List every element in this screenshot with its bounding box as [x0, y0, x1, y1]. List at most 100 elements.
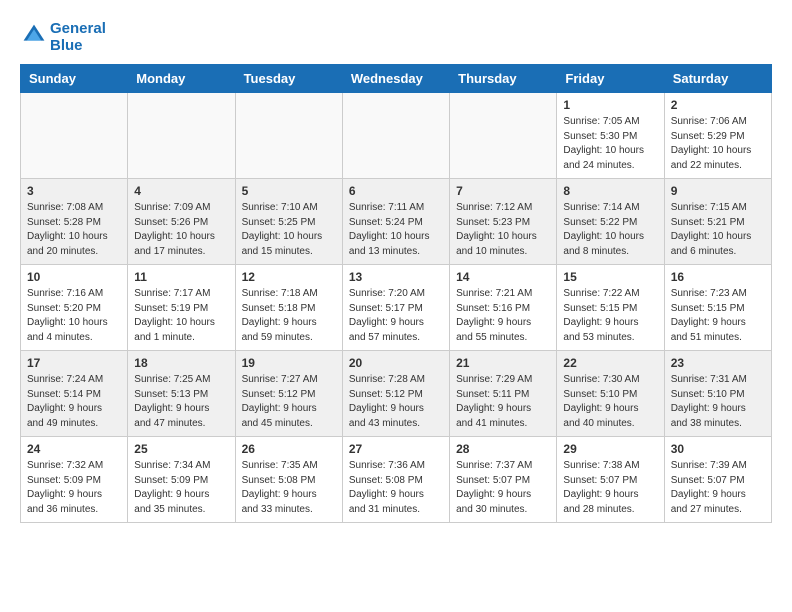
day-number: 5 [242, 184, 336, 198]
calendar-day-cell: 23 Sunrise: 7:31 AM Sunset: 5:10 PM Dayli… [664, 351, 771, 437]
day-number: 13 [349, 270, 443, 284]
weekday-header-sunday: Sunday [21, 65, 128, 93]
day-info: Sunrise: 7:12 AM Sunset: 5:23 PM Dayligh… [456, 201, 550, 259]
day-number: 27 [349, 442, 443, 456]
calendar-day-cell: 22 Sunrise: 7:30 AM Sunset: 5:10 PM Dayli… [557, 351, 664, 437]
day-number: 25 [134, 442, 228, 456]
weekday-header-friday: Friday [557, 65, 664, 93]
calendar-day-cell: 24 Sunrise: 7:32 AM Sunset: 5:09 PM Dayli… [21, 437, 128, 523]
day-info: Sunrise: 7:28 AM Sunset: 5:12 PM Dayligh… [349, 373, 443, 431]
day-number: 12 [242, 270, 336, 284]
day-info: Sunrise: 7:18 AM Sunset: 5:18 PM Dayligh… [242, 287, 336, 345]
calendar-week-row: 10 Sunrise: 7:16 AM Sunset: 5:20 PM Dayli… [21, 265, 772, 351]
day-info: Sunrise: 7:22 AM Sunset: 5:15 PM Dayligh… [563, 287, 657, 345]
logo-general: General [50, 20, 106, 37]
day-info: Sunrise: 7:32 AM Sunset: 5:09 PM Dayligh… [27, 459, 121, 517]
day-info: Sunrise: 7:37 AM Sunset: 5:07 PM Dayligh… [456, 459, 550, 517]
day-number: 20 [349, 356, 443, 370]
day-number: 22 [563, 356, 657, 370]
day-info: Sunrise: 7:06 AM Sunset: 5:29 PM Dayligh… [671, 115, 765, 173]
calendar-day-cell [450, 93, 557, 179]
day-number: 11 [134, 270, 228, 284]
calendar-day-cell: 3 Sunrise: 7:08 AM Sunset: 5:28 PM Daylig… [21, 179, 128, 265]
calendar-day-cell: 7 Sunrise: 7:12 AM Sunset: 5:23 PM Daylig… [450, 179, 557, 265]
calendar-week-row: 24 Sunrise: 7:32 AM Sunset: 5:09 PM Dayli… [21, 437, 772, 523]
day-number: 19 [242, 356, 336, 370]
logo: General Blue [20, 20, 106, 54]
day-number: 2 [671, 98, 765, 112]
day-number: 30 [671, 442, 765, 456]
day-info: Sunrise: 7:27 AM Sunset: 5:12 PM Dayligh… [242, 373, 336, 431]
day-number: 24 [27, 442, 121, 456]
day-info: Sunrise: 7:24 AM Sunset: 5:14 PM Dayligh… [27, 373, 121, 431]
weekday-header-tuesday: Tuesday [235, 65, 342, 93]
day-info: Sunrise: 7:08 AM Sunset: 5:28 PM Dayligh… [27, 201, 121, 259]
day-info: Sunrise: 7:17 AM Sunset: 5:19 PM Dayligh… [134, 287, 228, 345]
calendar-day-cell: 18 Sunrise: 7:25 AM Sunset: 5:13 PM Dayli… [128, 351, 235, 437]
calendar-day-cell: 30 Sunrise: 7:39 AM Sunset: 5:07 PM Dayli… [664, 437, 771, 523]
day-number: 29 [563, 442, 657, 456]
day-info: Sunrise: 7:21 AM Sunset: 5:16 PM Dayligh… [456, 287, 550, 345]
calendar-day-cell: 1Sunrise: 7:05 AM Sunset: 5:30 PM Daylig… [557, 93, 664, 179]
logo-blue: Blue [50, 37, 106, 54]
calendar-day-cell [21, 93, 128, 179]
calendar-day-cell [235, 93, 342, 179]
day-number: 6 [349, 184, 443, 198]
calendar-day-cell: 4 Sunrise: 7:09 AM Sunset: 5:26 PM Daylig… [128, 179, 235, 265]
day-number: 18 [134, 356, 228, 370]
day-number: 3 [27, 184, 121, 198]
day-number: 4 [134, 184, 228, 198]
calendar-day-cell: 21Sunrise: 7:29 AM Sunset: 5:11 PM Dayli… [450, 351, 557, 437]
day-info: Sunrise: 7:29 AM Sunset: 5:11 PM Dayligh… [456, 373, 550, 431]
calendar-day-cell: 27 Sunrise: 7:36 AM Sunset: 5:08 PM Dayli… [342, 437, 449, 523]
calendar-day-cell: 12 Sunrise: 7:18 AM Sunset: 5:18 PM Dayli… [235, 265, 342, 351]
day-info: Sunrise: 7:25 AM Sunset: 5:13 PM Dayligh… [134, 373, 228, 431]
day-number: 1 [563, 98, 657, 112]
day-info: Sunrise: 7:09 AM Sunset: 5:26 PM Dayligh… [134, 201, 228, 259]
calendar-day-cell: 17 Sunrise: 7:24 AM Sunset: 5:14 PM Dayli… [21, 351, 128, 437]
day-info: Sunrise: 7:31 AM Sunset: 5:10 PM Dayligh… [671, 373, 765, 431]
calendar-day-cell [128, 93, 235, 179]
day-number: 28 [456, 442, 550, 456]
calendar-day-cell: 28 Sunrise: 7:37 AM Sunset: 5:07 PM Dayli… [450, 437, 557, 523]
day-info: Sunrise: 7:36 AM Sunset: 5:08 PM Dayligh… [349, 459, 443, 517]
calendar-day-cell [342, 93, 449, 179]
calendar-day-cell: 5Sunrise: 7:10 AM Sunset: 5:25 PM Daylig… [235, 179, 342, 265]
calendar-day-cell: 14 Sunrise: 7:21 AM Sunset: 5:16 PM Dayli… [450, 265, 557, 351]
day-number: 14 [456, 270, 550, 284]
calendar-day-cell: 25 Sunrise: 7:34 AM Sunset: 5:09 PM Dayli… [128, 437, 235, 523]
calendar-week-row: 1Sunrise: 7:05 AM Sunset: 5:30 PM Daylig… [21, 93, 772, 179]
page-header: General Blue [20, 20, 772, 54]
calendar-day-cell: 16 Sunrise: 7:23 AM Sunset: 5:15 PM Dayli… [664, 265, 771, 351]
day-info: Sunrise: 7:34 AM Sunset: 5:09 PM Dayligh… [134, 459, 228, 517]
calendar-week-row: 17 Sunrise: 7:24 AM Sunset: 5:14 PM Dayli… [21, 351, 772, 437]
calendar-day-cell: 20 Sunrise: 7:28 AM Sunset: 5:12 PM Dayli… [342, 351, 449, 437]
calendar-day-cell: 10 Sunrise: 7:16 AM Sunset: 5:20 PM Dayli… [21, 265, 128, 351]
day-number: 23 [671, 356, 765, 370]
day-number: 8 [563, 184, 657, 198]
calendar-day-cell: 9 Sunrise: 7:15 AM Sunset: 5:21 PM Daylig… [664, 179, 771, 265]
calendar-week-row: 3 Sunrise: 7:08 AM Sunset: 5:28 PM Daylig… [21, 179, 772, 265]
weekday-header-monday: Monday [128, 65, 235, 93]
weekday-header-wednesday: Wednesday [342, 65, 449, 93]
calendar-header-row: SundayMondayTuesdayWednesdayThursdayFrid… [21, 65, 772, 93]
day-info: Sunrise: 7:23 AM Sunset: 5:15 PM Dayligh… [671, 287, 765, 345]
day-info: Sunrise: 7:14 AM Sunset: 5:22 PM Dayligh… [563, 201, 657, 259]
day-number: 17 [27, 356, 121, 370]
day-number: 9 [671, 184, 765, 198]
calendar-day-cell: 13Sunrise: 7:20 AM Sunset: 5:17 PM Dayli… [342, 265, 449, 351]
day-number: 16 [671, 270, 765, 284]
day-info: Sunrise: 7:15 AM Sunset: 5:21 PM Dayligh… [671, 201, 765, 259]
day-info: Sunrise: 7:16 AM Sunset: 5:20 PM Dayligh… [27, 287, 121, 345]
calendar-day-cell: 29Sunrise: 7:38 AM Sunset: 5:07 PM Dayli… [557, 437, 664, 523]
day-info: Sunrise: 7:30 AM Sunset: 5:10 PM Dayligh… [563, 373, 657, 431]
day-info: Sunrise: 7:11 AM Sunset: 5:24 PM Dayligh… [349, 201, 443, 259]
weekday-header-saturday: Saturday [664, 65, 771, 93]
day-number: 10 [27, 270, 121, 284]
day-info: Sunrise: 7:35 AM Sunset: 5:08 PM Dayligh… [242, 459, 336, 517]
day-info: Sunrise: 7:39 AM Sunset: 5:07 PM Dayligh… [671, 459, 765, 517]
calendar-day-cell: 15Sunrise: 7:22 AM Sunset: 5:15 PM Dayli… [557, 265, 664, 351]
calendar-day-cell: 26Sunrise: 7:35 AM Sunset: 5:08 PM Dayli… [235, 437, 342, 523]
day-number: 7 [456, 184, 550, 198]
calendar-day-cell: 2 Sunrise: 7:06 AM Sunset: 5:29 PM Daylig… [664, 93, 771, 179]
